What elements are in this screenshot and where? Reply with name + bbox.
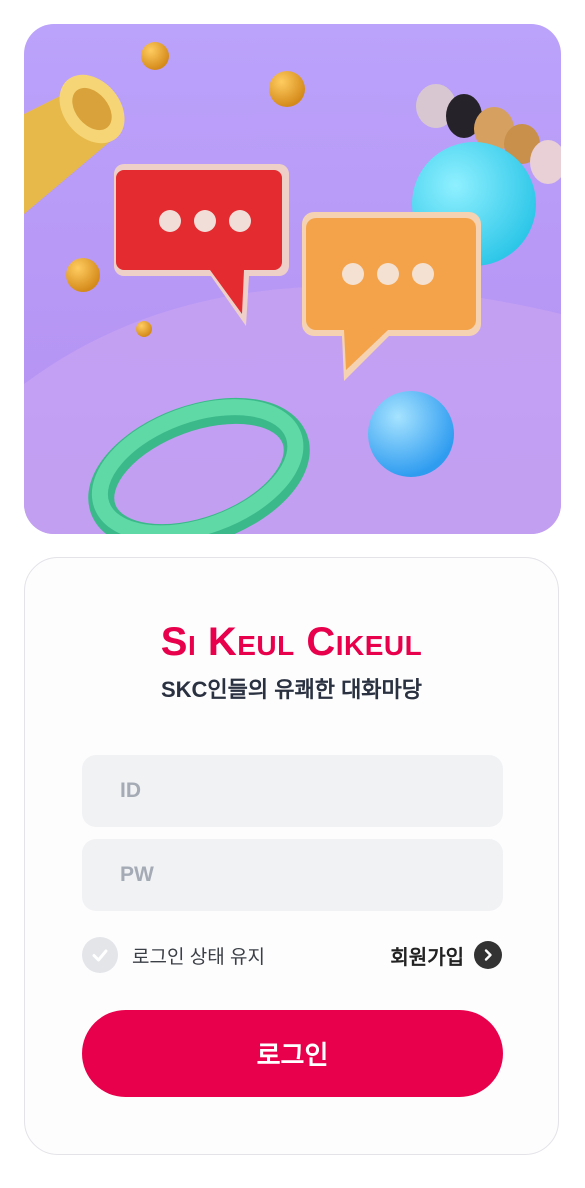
password-input[interactable]: [82, 839, 503, 911]
check-icon: [82, 937, 118, 973]
signup-link[interactable]: 회원가입: [390, 938, 502, 972]
signup-label: 회원가입: [390, 946, 464, 969]
chevron-right-icon: [474, 941, 502, 969]
brand-tagline: SKC인들의 유쾌한 대화마당: [160, 677, 423, 702]
keep-login-checkbox[interactable]: 로그인 상태 유지: [82, 936, 265, 974]
login-button[interactable]: 로그인: [82, 1010, 503, 1097]
id-input[interactable]: [82, 755, 503, 827]
login-card: Si Keul Cikeul SKC인들의 유쾌한 대화마당 로그인 상태 유지…: [24, 557, 559, 1155]
brand-logo: Si Keul Cikeul: [160, 620, 423, 664]
keep-login-label: 로그인 상태 유지: [132, 946, 265, 968]
chat-bubbles-illustration: [24, 24, 561, 534]
hero-illustration: [24, 24, 561, 534]
